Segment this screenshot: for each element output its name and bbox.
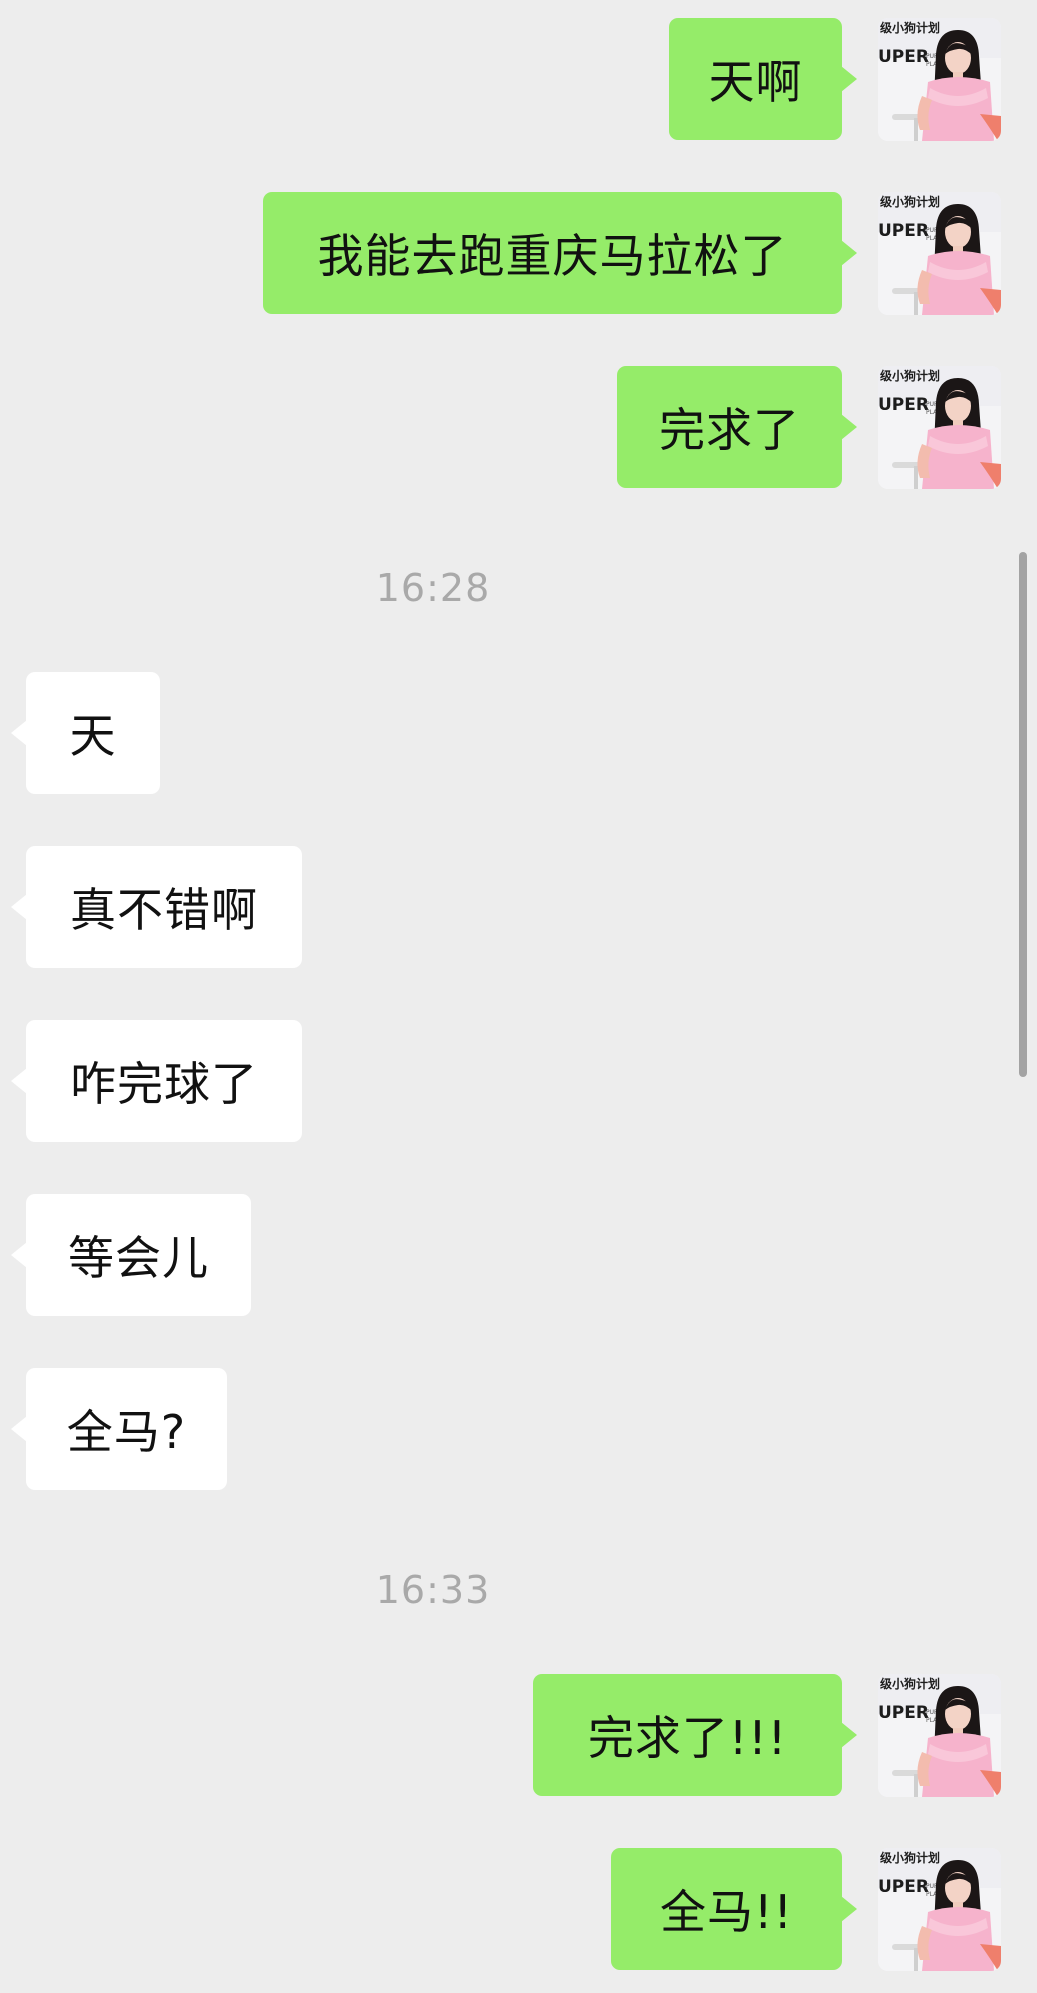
scrollbar-thumb[interactable] [1019,552,1027,1077]
message-bubble-outgoing[interactable]: 天啊 [669,18,857,140]
user-avatar-icon[interactable] [878,1848,1001,1971]
message-text: 天 [69,709,117,763]
message-text: 等会儿 [68,1231,209,1285]
message-text: 全马? [66,1405,187,1459]
message-text: 我能去跑重庆马拉松了 [317,229,788,283]
user-avatar-icon[interactable] [878,1674,1001,1797]
message-bubble-outgoing[interactable]: 全马!! [611,1848,857,1970]
user-avatar-icon[interactable] [878,192,1001,315]
message-bubble-incoming[interactable]: 全马? [11,1368,227,1490]
message-text: 全马!! [660,1885,793,1939]
message-bubble-outgoing[interactable]: 完求了!!! [533,1674,857,1796]
message-text: 完求了 [659,403,800,457]
message-bubble-incoming[interactable]: 等会儿 [11,1194,251,1316]
user-avatar-icon[interactable] [878,366,1001,489]
message-bubble-incoming[interactable]: 真不错啊 [11,846,302,968]
message-text: 咋完球了 [70,1057,258,1111]
timestamp: 16:28 [375,566,491,610]
user-avatar-icon[interactable] [878,18,1001,141]
message-text: 真不错啊 [70,883,258,937]
message-bubble-incoming[interactable]: 天 [11,672,160,794]
message-text: 完求了!!! [587,1711,788,1765]
message-bubble-outgoing[interactable]: 完求了 [617,366,857,488]
message-text: 天啊 [708,55,803,109]
timestamp: 16:33 [375,1568,491,1612]
message-bubble-incoming[interactable]: 咋完球了 [11,1020,302,1142]
message-bubble-outgoing[interactable]: 我能去跑重庆马拉松了 [263,192,857,314]
